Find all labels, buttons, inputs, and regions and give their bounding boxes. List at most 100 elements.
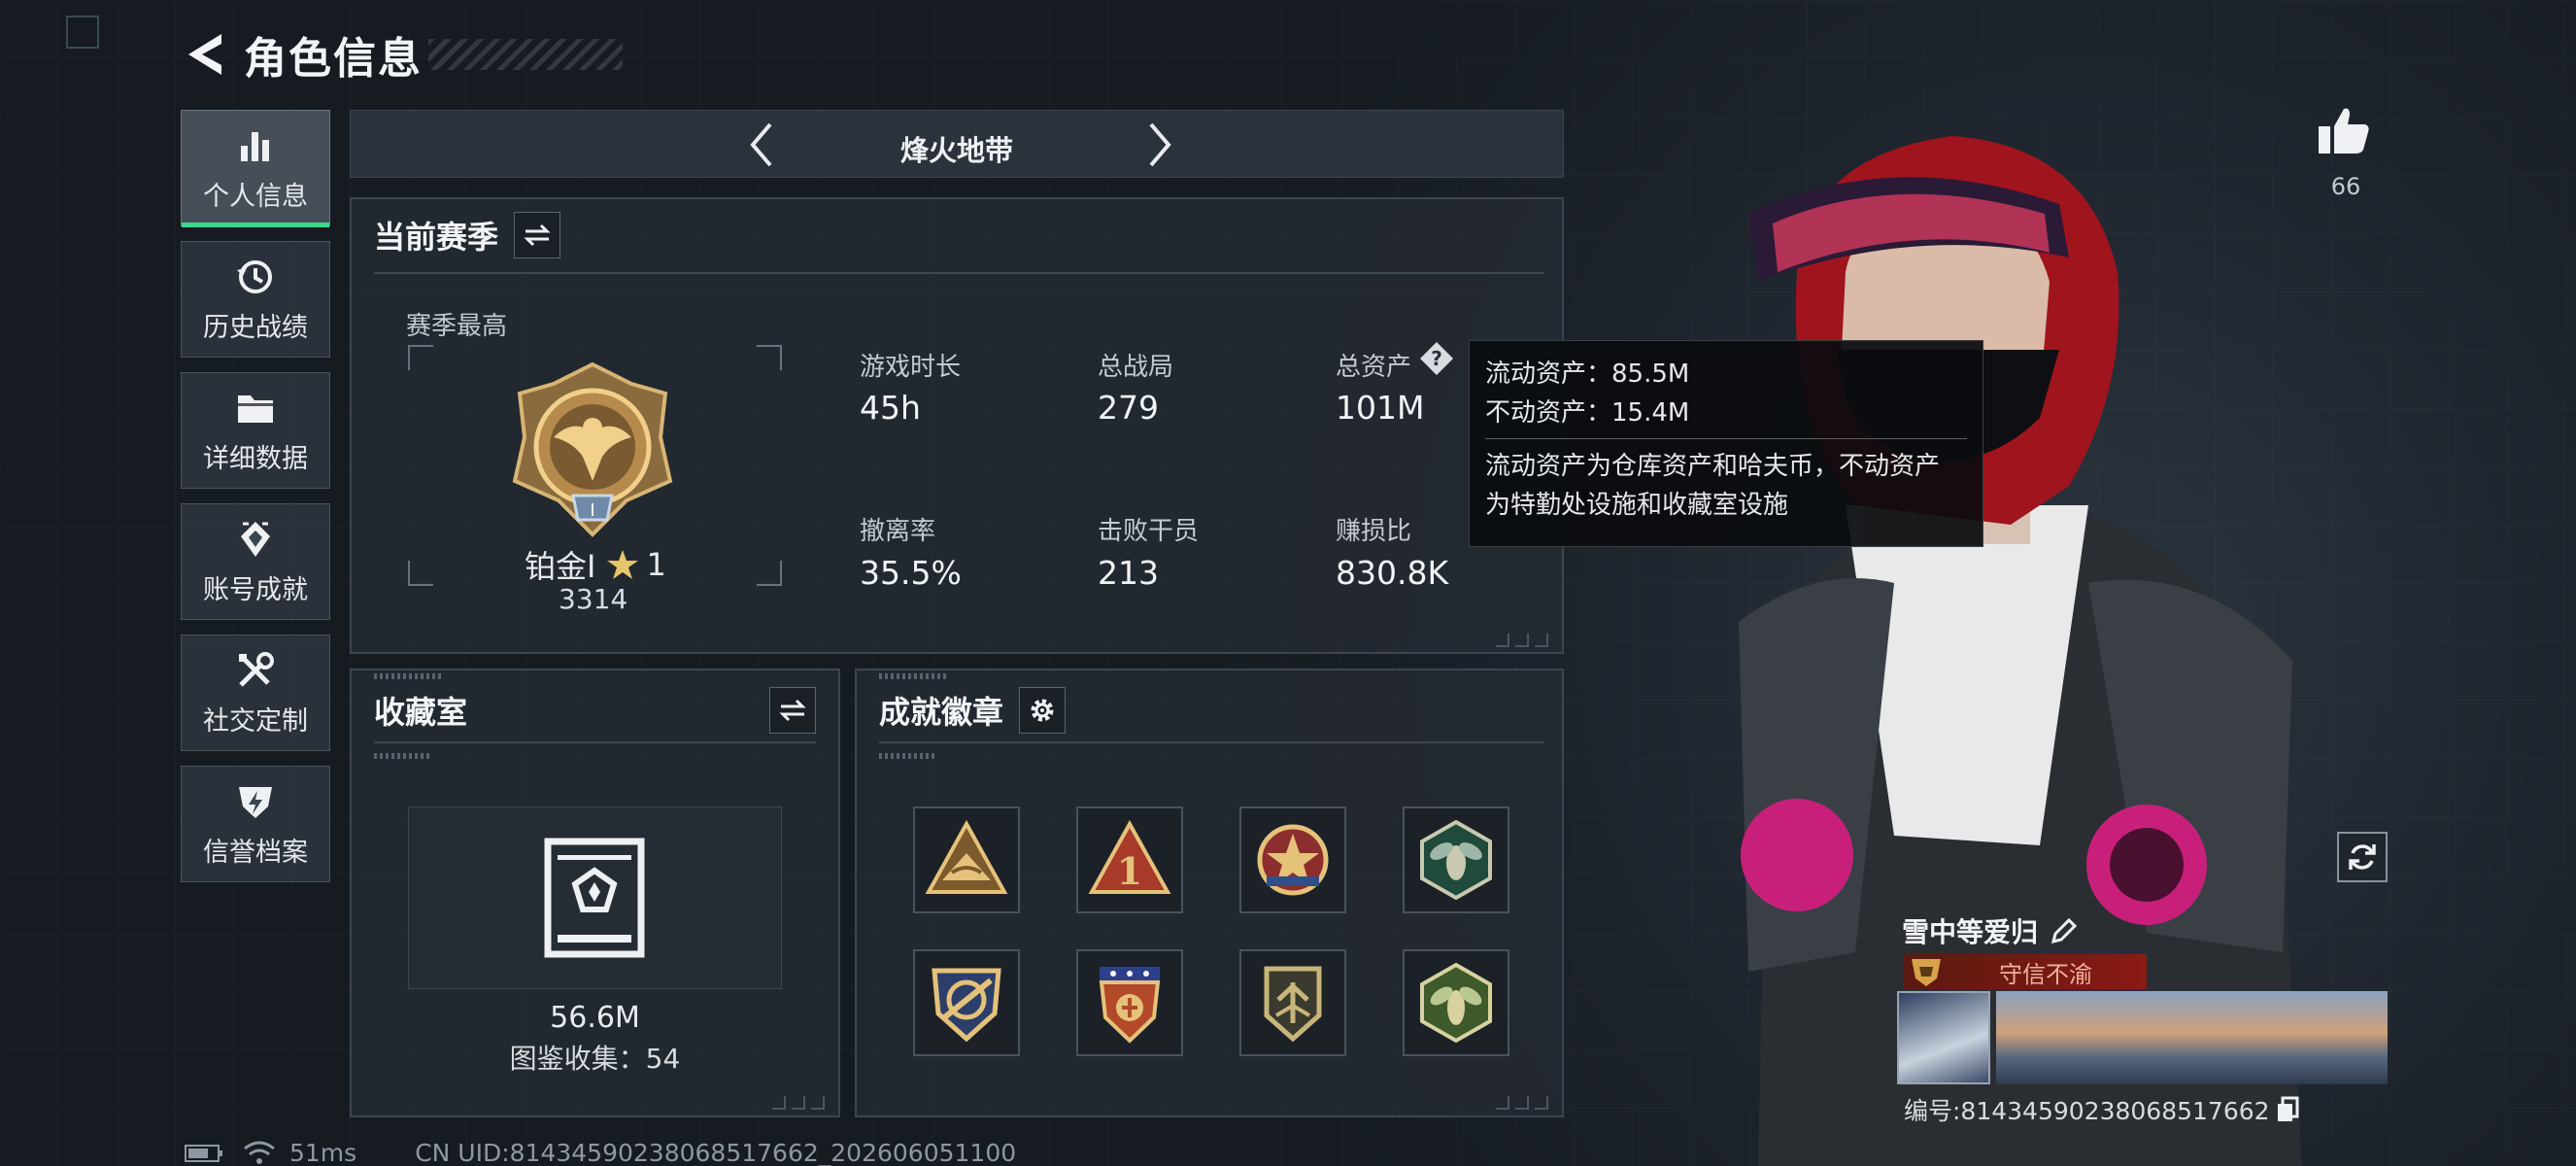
stat-value: 279 (1098, 389, 1159, 427)
stat-label: 总战局 (1098, 353, 1174, 382)
next-mode-button[interactable] (1135, 120, 1184, 169)
rank-emblem-icon: I (505, 360, 680, 548)
tooltip-fixed: 不动资产：15.4M (1485, 398, 1690, 428)
mountain-badge-icon (925, 819, 1008, 894)
stat-label: 总资产 (1336, 353, 1412, 382)
stat-label: 撤离率 (860, 517, 936, 546)
back-button[interactable] (180, 27, 230, 82)
collection-switch-button[interactable] (769, 687, 816, 734)
sidebar-item-label: 账号成就 (203, 574, 308, 605)
badges-divider (879, 741, 1544, 743)
sidebar-item-label: 历史战绩 (203, 312, 308, 343)
help-icon[interactable]: ? (1418, 340, 1455, 377)
player-title-tag: 守信不渝 (1904, 954, 2147, 989)
swap-icon (524, 223, 551, 247)
assets-tooltip: 流动资产：85.5M 不动资产：15.4M 流动资产为仓库资产和哈夫币，不动资产… (1469, 340, 1983, 547)
badge-slot[interactable] (913, 806, 1020, 913)
stat-value: 213 (1098, 554, 1159, 592)
player-uid: 编号:8143459023806851​7662 (1904, 1097, 2270, 1125)
history-icon (234, 256, 277, 298)
player-card-background (1996, 991, 2388, 1084)
battery-icon (185, 1144, 222, 1162)
number-one-badge-icon: 1 (1088, 819, 1171, 894)
badges-settings-button[interactable] (1019, 687, 1067, 734)
swap-icon (779, 699, 806, 722)
sidebar-item-label: 社交定制 (203, 705, 308, 737)
player-uid-row: 编号:8143459023806851​7662 (1904, 1092, 2299, 1127)
collection-header: 收藏室 (374, 687, 816, 734)
rank-name-row: 铂金I 1 (525, 542, 666, 587)
season-title: 当前赛季 (374, 219, 499, 256)
rotate-button[interactable] (2337, 832, 2388, 882)
sidebar-item-achievements[interactable]: 账号成就 (181, 503, 330, 620)
collection-title: 收藏室 (374, 694, 468, 731)
badge-slot[interactable] (1239, 949, 1346, 1056)
thumbs-up-icon (2319, 108, 2369, 154)
corner-decoration (66, 16, 99, 49)
stat-label: 游戏时长 (860, 353, 962, 382)
season-header: 当前赛季 (374, 212, 561, 258)
vault-icon (544, 836, 645, 964)
page-header: 角色信息 (180, 25, 623, 84)
season-best-label: 赛季最高 (406, 312, 508, 341)
ping-text: 51ms (289, 1139, 357, 1166)
like-count: 66 (2330, 173, 2361, 200)
player-avatar (1897, 991, 1990, 1084)
badges-header: 成就徽章 (879, 687, 1067, 734)
star-badge-icon (1257, 824, 1329, 896)
like-button[interactable] (2317, 105, 2371, 159)
title-stripes (428, 39, 623, 70)
svg-text:?: ? (1431, 347, 1442, 370)
panel-stripes (374, 753, 432, 759)
tooltip-liquid: 流动资产：85.5M (1485, 360, 1690, 389)
badge-slot[interactable] (1403, 949, 1509, 1056)
bee-badge-icon (1420, 819, 1492, 901)
corner-marks (1496, 634, 1554, 647)
rank-stars: 1 (646, 546, 666, 583)
sidebar-item-label: 个人信息 (203, 181, 308, 212)
corner-marks (1496, 1096, 1554, 1110)
badge-slot[interactable] (1239, 806, 1346, 913)
wifi-icon (244, 1141, 275, 1164)
svg-text:1: 1 (1117, 849, 1142, 893)
rank-score: 3314 (559, 583, 628, 615)
frame-corner (408, 561, 433, 586)
collection-divider (374, 741, 816, 743)
title-emblem-icon (1912, 959, 1941, 986)
sidebar-item-personal-info[interactable]: 个人信息 (181, 110, 330, 227)
server-uid-text: CN UID:8143459023806851​7662_20260605110… (415, 1139, 1017, 1166)
frame-corner (757, 345, 782, 370)
season-switch-button[interactable] (514, 212, 561, 258)
tools-icon (234, 649, 277, 692)
badge-slot[interactable] (913, 949, 1020, 1056)
wings-badge-icon (1264, 966, 1322, 1043)
badge-slot[interactable]: 1 (1076, 806, 1183, 913)
folder-icon (234, 387, 277, 429)
stars-shield-badge-icon (1099, 967, 1161, 1044)
tooltip-divider (1485, 438, 1967, 439)
bee-green-badge-icon (1420, 962, 1492, 1044)
back-arrow-icon (188, 34, 221, 75)
mode-selector: 烽火地带 (350, 110, 1564, 178)
sidebar-item-credit[interactable]: 信誉档案 (181, 766, 330, 882)
gear-icon (1031, 699, 1054, 722)
copy-icon[interactable] (2276, 1096, 2299, 1123)
badge-slot[interactable] (1403, 806, 1509, 913)
rotate-icon (2349, 844, 2376, 870)
edit-name-icon[interactable] (2050, 916, 2079, 945)
sidebar-item-history[interactable]: 历史战绩 (181, 241, 330, 358)
star-icon (607, 550, 639, 579)
collection-count: 图鉴收集：54 (509, 1043, 681, 1075)
sidebar-item-social[interactable]: 社交定制 (181, 634, 330, 751)
tooltip-desc: 为特勤处设施和收藏室设施 (1485, 491, 1789, 520)
panel-stripes (879, 673, 947, 679)
bar-chart-icon (234, 124, 277, 167)
stat-value: 830.8K (1336, 554, 1449, 592)
player-banner[interactable] (1897, 991, 2388, 1084)
sidebar-item-details[interactable]: 详细数据 (181, 372, 330, 489)
panel-stripes (879, 753, 937, 759)
player-name: 雪中等爱归 (1902, 916, 2039, 948)
sidebar-item-label: 详细数据 (203, 443, 308, 474)
mode-title: 烽火地带 (899, 134, 1013, 167)
badge-slot[interactable] (1076, 949, 1183, 1056)
